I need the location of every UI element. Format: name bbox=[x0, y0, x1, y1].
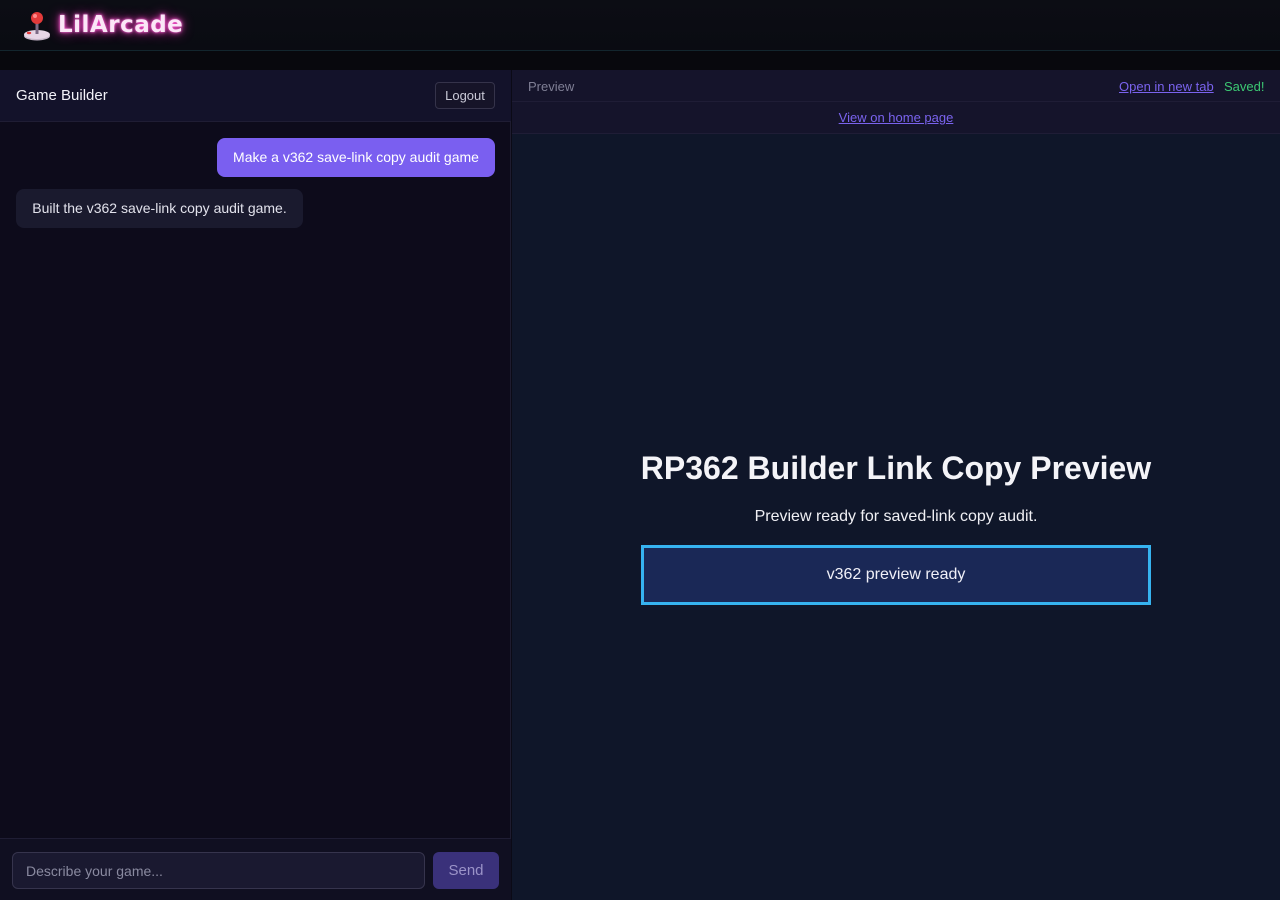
game-subtitle: Preview ready for saved-link copy audit. bbox=[754, 508, 1038, 525]
assistant-message: Built the v362 save-link copy audit game… bbox=[16, 189, 303, 228]
preview-header: Preview Open in new tab Saved! bbox=[512, 70, 1280, 102]
preview-panel: Preview Open in new tab Saved! View on h… bbox=[512, 70, 1280, 900]
game-title: RP362 Builder Link Copy Preview bbox=[640, 450, 1152, 486]
preview-label: Preview bbox=[528, 79, 575, 94]
logout-button[interactable]: Logout bbox=[435, 82, 495, 109]
game-description-input[interactable] bbox=[12, 852, 425, 889]
user-message: Make a v362 save-link copy audit game bbox=[217, 138, 495, 177]
home-link-bar: View on home page bbox=[512, 102, 1280, 134]
preview-status-box: v362 preview ready bbox=[641, 545, 1151, 605]
composer: Send bbox=[0, 838, 511, 900]
open-in-new-tab-link[interactable]: Open in new tab bbox=[1119, 79, 1214, 94]
top-bar: LilArcade bbox=[0, 0, 1280, 51]
builder-title: Game Builder bbox=[16, 87, 108, 104]
brand-name: LilArcade bbox=[58, 12, 184, 38]
builder-panel: Game Builder Logout Make a v362 save-lin… bbox=[0, 70, 511, 900]
view-on-home-page-link[interactable]: View on home page bbox=[839, 110, 954, 125]
joystick-icon bbox=[24, 12, 50, 41]
brand-logo[interactable]: LilArcade bbox=[22, 9, 183, 41]
send-button[interactable]: Send bbox=[433, 852, 499, 889]
header-spacer bbox=[0, 51, 1280, 70]
saved-status: Saved! bbox=[1224, 79, 1265, 94]
builder-header: Game Builder Logout bbox=[0, 70, 511, 122]
